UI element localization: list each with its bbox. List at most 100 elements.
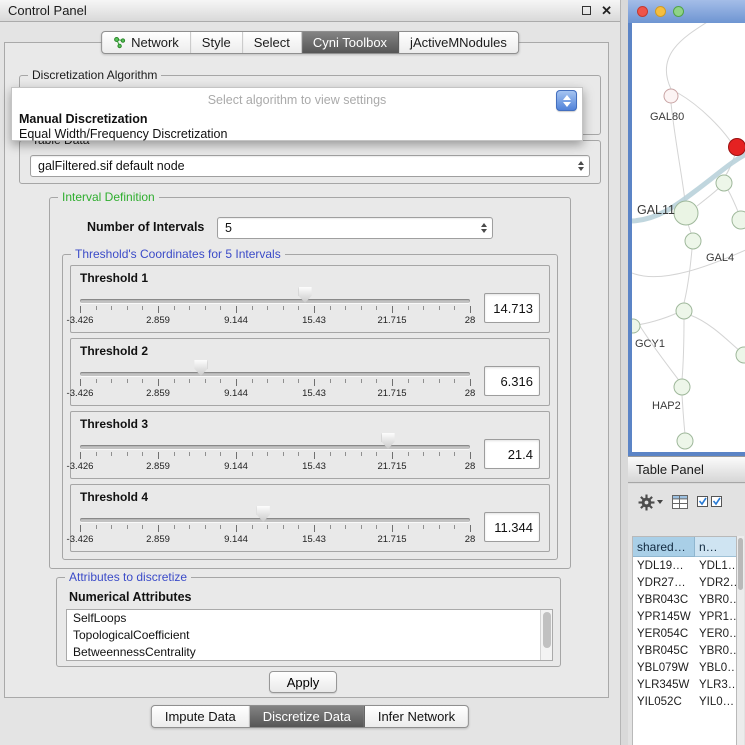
tab-select[interactable]: Select (243, 32, 302, 53)
tab-discretize-data[interactable]: Discretize Data (250, 706, 365, 727)
list-item[interactable]: TopologicalCoefficient (67, 627, 552, 644)
table-row[interactable]: YDL19…YDL1… (633, 557, 736, 574)
network-node[interactable] (677, 433, 693, 449)
column-header-name[interactable]: n… (695, 537, 736, 557)
thresholds-group-title: Threshold's Coordinates for 5 Intervals (71, 247, 285, 261)
table-row[interactable]: YBL079WYBL0… (633, 659, 736, 676)
network-node[interactable] (674, 379, 690, 395)
table-cell[interactable]: YER0… (695, 625, 736, 642)
table-row[interactable]: YDR27…YDR2… (633, 574, 736, 591)
table-row[interactable]: YER054CYER0… (633, 625, 736, 642)
table-row[interactable]: YBR043CYBR0… (633, 591, 736, 608)
table-cell[interactable]: YDR27… (633, 574, 695, 591)
threshold-4-panel: Threshold 4 -3.4262.8599.14415.4321.7152… (70, 484, 550, 552)
table-cell[interactable]: YBL0… (695, 659, 736, 676)
table-cell[interactable]: YBR043C (633, 591, 695, 608)
table-row[interactable]: YIL052CYIL0… (633, 693, 736, 710)
stepper-arrows-icon[interactable] (578, 161, 584, 171)
threshold-2-slider[interactable]: -3.4262.8599.14415.4321.71528 (80, 359, 470, 403)
network-node[interactable] (632, 319, 640, 333)
network-node[interactable] (676, 303, 692, 319)
select-columns-button[interactable] (697, 496, 723, 509)
slider-tick-labels: -3.4262.8599.14415.4321.71528 (80, 534, 470, 546)
table-cell[interactable]: YIL052C (633, 693, 695, 710)
threshold-2-value-field[interactable]: 6.316 (484, 366, 540, 396)
apply-button[interactable]: Apply (269, 671, 337, 693)
thresholds-group: Threshold's Coordinates for 5 Intervals … (62, 254, 558, 560)
network-canvas[interactable]: GAL80 GAL11 GAL4 GCY1 HAP2 (632, 23, 745, 452)
network-window-titlebar[interactable] (628, 0, 745, 23)
chevron-down-icon (657, 500, 663, 504)
table-cell[interactable]: YDL19… (633, 557, 695, 574)
network-node[interactable] (716, 175, 732, 191)
slider-track[interactable] (80, 372, 470, 376)
slider-track[interactable] (80, 518, 470, 522)
table-row[interactable]: YBR045CYBR0… (633, 642, 736, 659)
gear-menu-button[interactable] (638, 494, 663, 511)
column-header-shared-name[interactable]: shared… (633, 537, 695, 557)
table-mode-button[interactable] (672, 495, 688, 509)
list-item[interactable]: SelfLoops (67, 610, 552, 627)
slider-track[interactable] (80, 445, 470, 449)
threshold-3-slider[interactable]: -3.4262.8599.14415.4321.71528 (80, 432, 470, 476)
algorithm-option-equal-width[interactable]: Equal Width/Frequency Discretization (12, 127, 582, 142)
close-icon[interactable]: ✕ (601, 4, 612, 17)
threshold-1-slider[interactable]: -3.4262.8599.14415.4321.71528 (80, 286, 470, 330)
zoom-traffic-light-icon[interactable] (673, 6, 684, 17)
threshold-3-value-field[interactable]: 21.4 (484, 439, 540, 469)
tab-network[interactable]: Network (102, 32, 191, 53)
tab-jactivemnodules[interactable]: jActiveMNodules (399, 32, 518, 53)
table-cell[interactable]: YBR0… (695, 591, 736, 608)
table-cell[interactable]: YLR345W (633, 676, 695, 693)
tab-cyni-toolbox[interactable]: Cyni Toolbox (302, 32, 399, 53)
close-traffic-light-icon[interactable] (637, 6, 648, 17)
tab-style[interactable]: Style (191, 32, 243, 53)
interval-definition-group: Interval Definition Number of Intervals … (49, 197, 571, 569)
list-scrollbar[interactable] (540, 610, 552, 660)
numerical-attributes-list[interactable]: SelfLoopsTopologicalCoefficientBetweenne… (66, 609, 553, 661)
list-item[interactable]: BetweennessCentrality (67, 644, 552, 661)
table-cell[interactable]: YDR2… (695, 574, 736, 591)
tick-label: 21.715 (377, 388, 406, 399)
tab-impute-data[interactable]: Impute Data (152, 706, 250, 727)
minimize-traffic-light-icon[interactable] (655, 6, 666, 17)
threshold-1-value-field[interactable]: 14.713 (484, 293, 540, 323)
table-scrollbar[interactable] (737, 536, 744, 745)
table-cell[interactable]: YBL079W (633, 659, 695, 676)
tick-label: 9.144 (224, 315, 248, 326)
slider-track[interactable] (80, 299, 470, 303)
float-window-icon[interactable] (582, 6, 591, 15)
checkbox-columns-icon (697, 496, 723, 509)
table-cell[interactable]: YPR1… (695, 608, 736, 625)
tick-label: 21.715 (377, 461, 406, 472)
slider-ticks (80, 525, 470, 533)
network-node[interactable] (674, 201, 698, 225)
table-panel-header[interactable]: Table Panel (628, 456, 745, 483)
tab-infer-network[interactable]: Infer Network (365, 706, 468, 727)
table-cell[interactable]: YLR3… (695, 676, 736, 693)
algorithm-combo[interactable]: Select algorithm to view settings (12, 88, 582, 112)
number-of-intervals-combo[interactable]: 5 (217, 217, 493, 239)
table-cell[interactable]: YDL1… (695, 557, 736, 574)
list-scrollbar-thumb[interactable] (543, 612, 551, 648)
table-cell[interactable]: YER054C (633, 625, 695, 642)
table-row[interactable]: YLR345WYLR3… (633, 676, 736, 693)
threshold-4-slider[interactable]: -3.4262.8599.14415.4321.71528 (80, 505, 470, 549)
network-node[interactable] (685, 233, 701, 249)
table-row[interactable]: YPR145WYPR1… (633, 608, 736, 625)
threshold-4-value-field[interactable]: 11.344 (484, 512, 540, 542)
table-scrollbar-thumb[interactable] (738, 538, 743, 590)
table-cell[interactable]: YIL0… (695, 693, 736, 710)
network-node[interactable] (664, 89, 678, 103)
table-cell[interactable]: YBR0… (695, 642, 736, 659)
selected-network-node[interactable] (729, 139, 745, 156)
table-cell[interactable]: YBR045C (633, 642, 695, 659)
network-node[interactable] (732, 211, 745, 229)
stepper-arrows-icon[interactable] (481, 223, 487, 233)
control-panel-titlebar[interactable]: Control Panel ✕ (0, 0, 620, 22)
algorithm-option-manual[interactable]: Manual Discretization (12, 112, 582, 127)
table-data-combo[interactable]: galFiltered.sif default node (30, 155, 590, 177)
numerical-attributes-label: Numerical Attributes (69, 590, 191, 604)
popup-stepper-icon[interactable] (556, 90, 577, 111)
table-cell[interactable]: YPR145W (633, 608, 695, 625)
